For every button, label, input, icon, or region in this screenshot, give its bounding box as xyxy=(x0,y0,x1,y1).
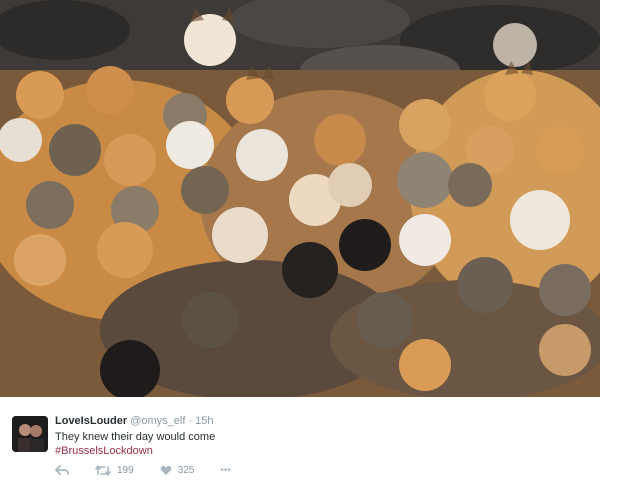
retweet-button[interactable]: 199 xyxy=(95,465,134,476)
retweet-count: 199 xyxy=(117,464,134,476)
tweet-card[interactable]: LoveIsLouder @omys_elf · 15h They knew t… xyxy=(0,404,628,485)
tweet-time[interactable]: 15h xyxy=(195,415,213,427)
reply-icon xyxy=(55,464,69,476)
tweet-actions: 199 325 ••• xyxy=(55,463,257,477)
retweet-icon xyxy=(95,464,111,476)
cats-illustration xyxy=(0,0,600,397)
avatar-image xyxy=(12,416,48,452)
reply-button[interactable] xyxy=(55,464,69,476)
heart-icon xyxy=(160,465,172,476)
tweet-text-block: They knew their day would come #Brussels… xyxy=(55,430,215,458)
display-name[interactable]: LoveIsLouder xyxy=(55,415,127,427)
tweet-text: They knew their day would come xyxy=(55,431,216,443)
like-button[interactable]: 325 xyxy=(160,464,195,476)
avatar[interactable] xyxy=(12,416,48,452)
user-handle[interactable]: @omys_elf xyxy=(130,415,185,427)
tweet-photo[interactable] xyxy=(0,0,600,397)
like-count: 325 xyxy=(177,464,195,476)
separator-dot: · xyxy=(188,415,193,427)
more-icon: ••• xyxy=(220,464,231,476)
hashtag-link[interactable]: #BrusselsLockdown xyxy=(55,444,215,458)
more-button[interactable]: ••• xyxy=(220,465,231,476)
tweet-header: LoveIsLouder @omys_elf · 15h xyxy=(55,415,214,427)
